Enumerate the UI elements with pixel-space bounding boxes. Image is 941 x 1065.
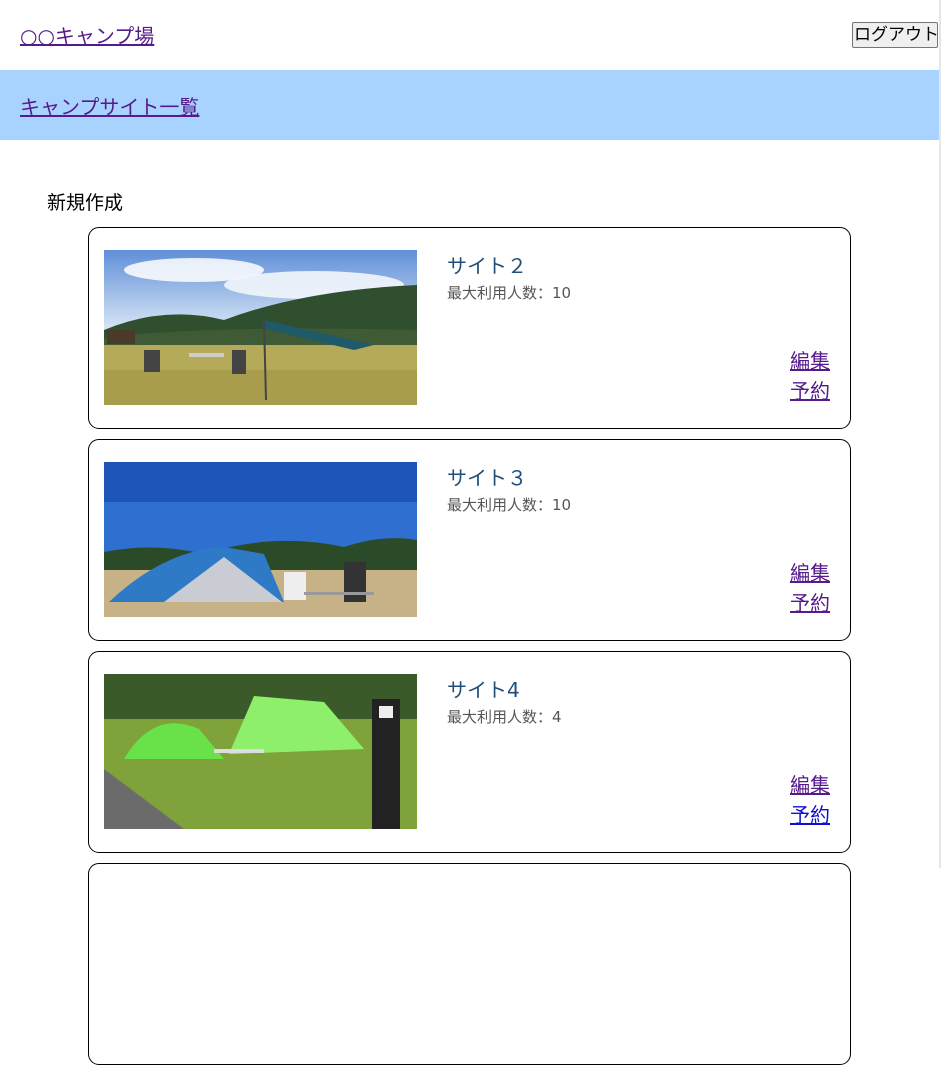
site-name: サイト２ (447, 254, 527, 278)
site-card (88, 863, 851, 1065)
reserve-link[interactable]: 予約 (790, 587, 830, 616)
new-create-label[interactable]: 新規作成 (47, 188, 123, 215)
reserve-link[interactable]: 予約 (790, 799, 830, 828)
site-list-link[interactable]: キャンプサイト一覧 (20, 91, 199, 120)
brand-link[interactable]: ○○キャンプ場 (20, 20, 154, 49)
sub-navigation: キャンプサイト一覧 (0, 70, 939, 140)
site-capacity: 最大利用人数：10 (447, 496, 572, 514)
site-photo (104, 250, 417, 405)
site-name: サイト３ (447, 466, 527, 490)
site-photo (104, 462, 417, 617)
reserve-link[interactable]: 予約 (790, 375, 830, 404)
site-name: サイト4 (447, 678, 520, 702)
logout-button[interactable]: ログアウト (852, 22, 938, 48)
site-photo (104, 674, 417, 829)
edit-link[interactable]: 編集 (790, 345, 830, 374)
site-card: サイト4 最大利用人数：4 編集 予約 (88, 651, 851, 853)
header: ○○キャンプ場 ログアウト (0, 0, 939, 70)
edit-link[interactable]: 編集 (790, 769, 830, 798)
site-capacity: 最大利用人数：10 (447, 284, 572, 302)
site-card: サイト３ 最大利用人数：10 編集 予約 (88, 439, 851, 641)
site-card: サイト２ 最大利用人数：10 編集 予約 (88, 227, 851, 429)
site-capacity: 最大利用人数：4 (447, 708, 562, 726)
edit-link[interactable]: 編集 (790, 557, 830, 586)
